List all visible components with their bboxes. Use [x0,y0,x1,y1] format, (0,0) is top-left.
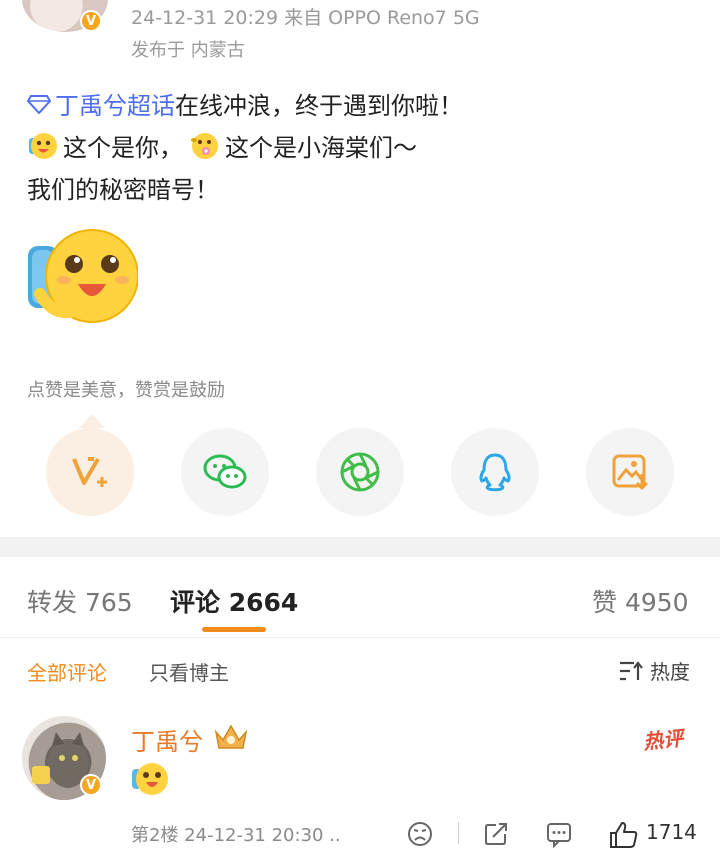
hugging-emoji-icon [29,132,57,159]
moments-icon [340,452,380,492]
post-text-line-1: 丁禹兮超话 在线冲浪，终于遇到你啦！ [27,86,463,121]
filter-op-only[interactable]: 只看博主 [149,657,229,686]
hugging-emoji-comment-icon [132,763,168,795]
share-moments-button[interactable] [316,428,404,516]
hugging-emoji-large-icon [28,229,138,323]
save-image-icon [612,454,649,491]
share-comment-icon[interactable] [482,820,510,848]
post-text-line-2: 这个是你， 这个是小海棠们～ [27,128,417,163]
tabs-divider [0,637,720,638]
share-wechat-button[interactable] [181,428,269,516]
verified-badge-icon: V [80,10,102,32]
active-tab-indicator [202,627,266,632]
like-thumb-icon[interactable] [608,820,640,850]
vplus-icon [72,457,107,487]
post-text-2b: 这个是小海棠们～ [225,134,417,162]
sort-by-heat-button[interactable]: 热度 [618,656,690,685]
tab-comments[interactable]: 评论 2664 [170,583,298,619]
wechat-icon [203,454,247,489]
tab-repost[interactable]: 转发 765 [27,583,133,619]
interaction-tabs: 转发 765 评论 2664 赞 4950 [0,557,720,637]
reward-hint: 点赞是美意，赞赏是鼓励 [27,380,225,401]
super-topic-link[interactable]: 丁禹兮超话 [27,86,175,121]
footer-divider [458,822,459,844]
post-text-line-3: 我们的秘密暗号！ [27,170,219,205]
qq-icon [479,453,511,492]
sort-label: 热度 [650,660,690,684]
reward-pointer [79,414,105,428]
hot-comment-badge: 热评 [642,725,685,755]
share-qq-button[interactable] [451,428,539,516]
section-gap [0,537,720,557]
reward-vplus-button[interactable] [46,428,134,516]
comment-like-count: 1714 [646,820,697,844]
sort-icon [620,660,643,680]
filter-all-comments[interactable]: 全部评论 [27,657,107,686]
post-time-device: 24-12-31 20:29 来自 OPPO Reno7 5G [131,7,480,29]
crown-badge-icon [214,724,248,749]
diamond-icon [27,94,51,114]
commenter-verified-icon: V [80,774,102,796]
tab-likes[interactable]: 赞 4950 [592,583,689,619]
post-text-3: 我们的秘密暗号！ [27,176,219,204]
save-image-button[interactable] [586,428,674,516]
post-text-1: 在线冲浪，终于遇到你啦！ [175,92,463,120]
share-row [0,428,720,518]
comment-floor-time: 第2楼 24-12-31 20:30 .. [131,825,341,846]
dislike-face-icon[interactable] [406,820,434,848]
super-topic-label: 丁禹兮超话 [55,92,175,120]
commenter-name[interactable]: 丁禹兮 [131,722,203,757]
flower-emoji-icon [191,132,218,159]
post-location: 发布于 内蒙古 [131,40,245,61]
reply-comment-icon[interactable] [545,820,575,848]
post-text-2a: 这个是你， [63,134,183,162]
